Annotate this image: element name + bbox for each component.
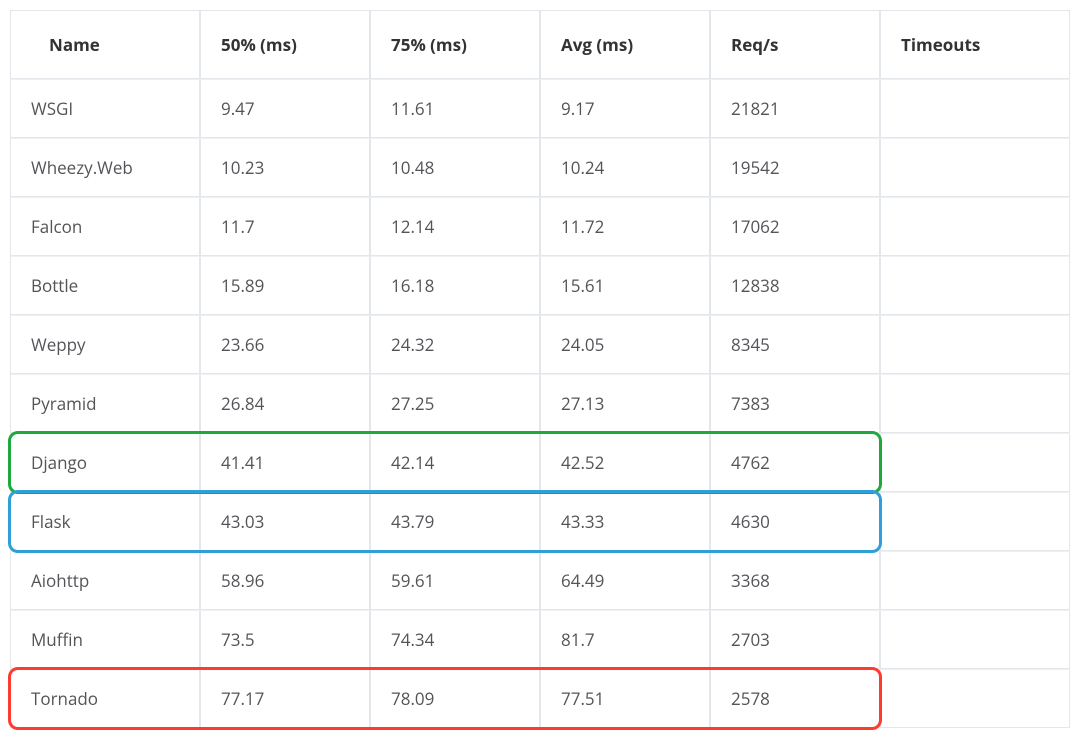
cell-name: Wheezy.Web — [10, 138, 200, 197]
table-wrapper: Name 50% (ms) 75% (ms) Avg (ms) Req/s Ti… — [10, 10, 1070, 728]
cell-p50: 9.47 — [200, 79, 370, 138]
cell-p75: 10.48 — [370, 138, 540, 197]
cell-reqs: 21821 — [710, 79, 880, 138]
table-row: Flask 43.03 43.79 43.33 4630 — [10, 492, 1070, 551]
cell-p50: 26.84 — [200, 374, 370, 433]
cell-timeouts — [880, 138, 1070, 197]
table-row: Tornado 77.17 78.09 77.51 2578 — [10, 669, 1070, 728]
table-row: Weppy 23.66 24.32 24.05 8345 — [10, 315, 1070, 374]
cell-reqs: 7383 — [710, 374, 880, 433]
cell-p50: 15.89 — [200, 256, 370, 315]
cell-avg: 64.49 — [540, 551, 710, 610]
cell-p75: 78.09 — [370, 669, 540, 728]
cell-p75: 16.18 — [370, 256, 540, 315]
table-row: Django 41.41 42.14 42.52 4762 — [10, 433, 1070, 492]
cell-name: Muffin — [10, 610, 200, 669]
cell-reqs: 8345 — [710, 315, 880, 374]
cell-p75: 24.32 — [370, 315, 540, 374]
cell-p50: 41.41 — [200, 433, 370, 492]
cell-p75: 11.61 — [370, 79, 540, 138]
cell-name: Flask — [10, 492, 200, 551]
cell-name: Falcon — [10, 197, 200, 256]
table-row: Pyramid 26.84 27.25 27.13 7383 — [10, 374, 1070, 433]
cell-name: Tornado — [10, 669, 200, 728]
table-body: WSGI 9.47 11.61 9.17 21821 Wheezy.Web 10… — [10, 79, 1070, 728]
table-row: Muffin 73.5 74.34 81.7 2703 — [10, 610, 1070, 669]
cell-reqs: 19542 — [710, 138, 880, 197]
cell-reqs: 2703 — [710, 610, 880, 669]
cell-p75: 12.14 — [370, 197, 540, 256]
cell-p75: 74.34 — [370, 610, 540, 669]
table-header-row: Name 50% (ms) 75% (ms) Avg (ms) Req/s Ti… — [10, 10, 1070, 79]
cell-name: Bottle — [10, 256, 200, 315]
cell-reqs: 17062 — [710, 197, 880, 256]
cell-p50: 58.96 — [200, 551, 370, 610]
cell-reqs: 12838 — [710, 256, 880, 315]
cell-name: Django — [10, 433, 200, 492]
col-header-p50: 50% (ms) — [200, 10, 370, 79]
col-header-avg: Avg (ms) — [540, 10, 710, 79]
cell-name: Pyramid — [10, 374, 200, 433]
cell-timeouts — [880, 197, 1070, 256]
cell-name: Weppy — [10, 315, 200, 374]
cell-timeouts — [880, 79, 1070, 138]
cell-avg: 10.24 — [540, 138, 710, 197]
table-row: Falcon 11.7 12.14 11.72 17062 — [10, 197, 1070, 256]
cell-p50: 23.66 — [200, 315, 370, 374]
cell-name: Aiohttp — [10, 551, 200, 610]
table-row: Wheezy.Web 10.23 10.48 10.24 19542 — [10, 138, 1070, 197]
cell-avg: 43.33 — [540, 492, 710, 551]
cell-timeouts — [880, 492, 1070, 551]
col-header-reqs: Req/s — [710, 10, 880, 79]
cell-timeouts — [880, 669, 1070, 728]
cell-reqs: 3368 — [710, 551, 880, 610]
cell-reqs: 2578 — [710, 669, 880, 728]
table-row: WSGI 9.47 11.61 9.17 21821 — [10, 79, 1070, 138]
cell-timeouts — [880, 374, 1070, 433]
cell-p50: 77.17 — [200, 669, 370, 728]
col-header-timeouts: Timeouts — [880, 10, 1070, 79]
cell-avg: 11.72 — [540, 197, 710, 256]
cell-avg: 15.61 — [540, 256, 710, 315]
table-row: Aiohttp 58.96 59.61 64.49 3368 — [10, 551, 1070, 610]
cell-timeouts — [880, 315, 1070, 374]
cell-avg: 42.52 — [540, 433, 710, 492]
benchmark-table: Name 50% (ms) 75% (ms) Avg (ms) Req/s Ti… — [10, 10, 1070, 728]
cell-p75: 42.14 — [370, 433, 540, 492]
cell-p50: 10.23 — [200, 138, 370, 197]
cell-timeouts — [880, 433, 1070, 492]
cell-timeouts — [880, 610, 1070, 669]
cell-reqs: 4762 — [710, 433, 880, 492]
col-header-p75: 75% (ms) — [370, 10, 540, 79]
cell-avg: 27.13 — [540, 374, 710, 433]
cell-avg: 9.17 — [540, 79, 710, 138]
cell-p50: 43.03 — [200, 492, 370, 551]
cell-timeouts — [880, 551, 1070, 610]
cell-avg: 77.51 — [540, 669, 710, 728]
cell-name: WSGI — [10, 79, 200, 138]
col-header-name: Name — [10, 10, 200, 79]
cell-p50: 11.7 — [200, 197, 370, 256]
cell-p75: 27.25 — [370, 374, 540, 433]
cell-avg: 81.7 — [540, 610, 710, 669]
cell-p50: 73.5 — [200, 610, 370, 669]
cell-avg: 24.05 — [540, 315, 710, 374]
cell-timeouts — [880, 256, 1070, 315]
cell-p75: 59.61 — [370, 551, 540, 610]
cell-reqs: 4630 — [710, 492, 880, 551]
table-row: Bottle 15.89 16.18 15.61 12838 — [10, 256, 1070, 315]
cell-p75: 43.79 — [370, 492, 540, 551]
